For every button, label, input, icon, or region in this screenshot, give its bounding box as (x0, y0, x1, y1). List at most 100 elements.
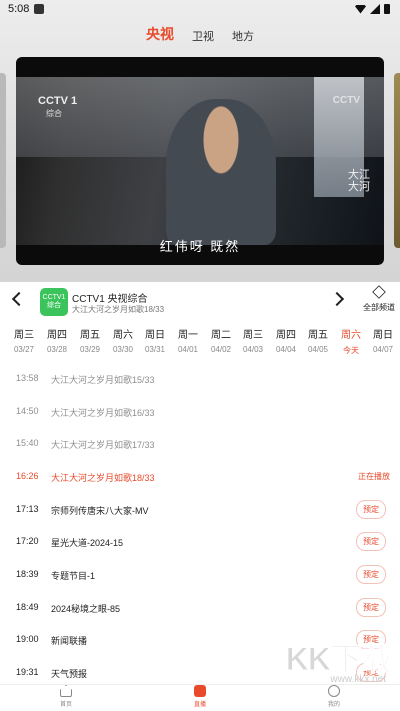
program-title: 大江大河之岁月如歌15/33 (51, 375, 155, 385)
program-time: 17:20 (16, 536, 39, 546)
day-weekday: 周三 (14, 330, 34, 341)
reserve-button[interactable]: 预定 (356, 500, 386, 519)
day-weekday: 周一 (178, 330, 198, 341)
channel-row: CCTV1 综合 CCTV1 央视综合 大江大河之岁月如歌18/33 全部频道 (0, 282, 400, 322)
wifi-icon (355, 4, 366, 14)
category-tabs: 央视 卫视 地方 (0, 22, 400, 44)
nav-live[interactable]: 直播 (170, 685, 230, 708)
program-row[interactable]: 18:39 专题节目-1 预定 (0, 564, 400, 588)
video-right-logo: CCTV (332, 95, 360, 106)
reserve-button[interactable]: 预定 (356, 532, 386, 551)
day-weekday: 周日 (145, 330, 165, 341)
watermark-main: KK下载 (285, 641, 393, 678)
program-title: 星光大道-2024-15 (51, 538, 124, 548)
signal-icon (370, 4, 380, 14)
day-date: 03/29 (79, 345, 101, 354)
day-weekday: 周五 (80, 330, 100, 341)
video-subtitle: 红伟呀 既然 (159, 239, 241, 254)
battery-icon (384, 4, 390, 14)
site-watermark: KK下载 www.kkx.net (285, 634, 393, 686)
carousel-next-card[interactable] (394, 73, 400, 248)
program-row[interactable]: 14:50 大江大河之岁月如歌16/33 (0, 401, 400, 425)
day-weekday: 周六 (113, 330, 133, 341)
me-icon (328, 685, 340, 697)
program-title: 专题节目-1 (51, 571, 96, 581)
all-channels-button[interactable]: 全部频道 (362, 285, 396, 313)
home-icon (60, 685, 72, 697)
nav-me[interactable]: 我的 (304, 685, 364, 708)
tab-local[interactable]: 地方 (232, 28, 254, 44)
program-title: 新闻联播 (51, 636, 88, 646)
day-item[interactable]: 周五 04/05 (302, 326, 334, 354)
reserve-button[interactable]: 预定 (356, 565, 386, 584)
day-item[interactable]: 周三 04/03 (237, 326, 269, 354)
nav-home[interactable]: 首页 (36, 685, 96, 708)
day-item[interactable]: 周一 04/01 (172, 326, 204, 354)
program-title: 大江大河之岁月如歌18/33 (51, 473, 155, 483)
day-weekday: 周六 (341, 330, 361, 341)
program-time: 16:26 (16, 471, 39, 481)
program-time: 15:40 (16, 438, 39, 448)
program-row-live[interactable]: 16:26 大江大河之岁月如歌18/33 正在播放 (0, 466, 400, 490)
program-title: 大江大河之岁月如歌16/33 (51, 408, 155, 418)
status-bar: 5:08 (0, 0, 400, 18)
program-title: 大江大河之岁月如歌17/33 (51, 440, 155, 450)
program-row[interactable]: 17:20 星光大道-2024-15 预定 (0, 531, 400, 555)
day-weekday: 周四 (276, 330, 296, 341)
program-time: 19:31 (16, 667, 39, 677)
bottom-nav: 首页 直播 我的 (0, 684, 400, 711)
program-time: 17:13 (16, 504, 39, 514)
day-date: 04/03 (242, 345, 264, 354)
day-date: 04/07 (372, 345, 394, 354)
tab-cctv[interactable]: 央视 (146, 24, 174, 44)
program-row[interactable]: 15:40 大江大河之岁月如歌17/33 (0, 433, 400, 457)
day-item[interactable]: 周四 03/28 (41, 326, 73, 354)
day-date: 03/28 (46, 345, 68, 354)
program-title: 2024秘境之眼-85 (51, 604, 121, 614)
channel-logo-text: CCTV1 (42, 294, 66, 301)
nav-label: 我的 (327, 702, 340, 708)
day-weekday: 周四 (47, 330, 67, 341)
program-row[interactable]: 17:13 宗师列传唐宋八大家-MV 预定 (0, 499, 400, 523)
video-channel-logo: CCTV 1 (38, 95, 78, 107)
carousel-prev-card[interactable] (0, 73, 6, 248)
chevron-right-icon[interactable] (329, 291, 345, 307)
program-time: 18:49 (16, 602, 39, 612)
channel-name: CCTV1 央视综合 (72, 294, 148, 305)
day-weekday: 周二 (211, 330, 231, 341)
program-row[interactable]: 13:58 大江大河之岁月如歌15/33 (0, 368, 400, 392)
channel-logo-sub: 综合 (47, 302, 61, 309)
program-time: 14:50 (16, 406, 39, 416)
video-frame: CCTV 1 综合 CCTV 大江大河 (16, 77, 384, 245)
day-date: 03/27 (13, 345, 35, 354)
show-title-watermark: 大江大河 (348, 168, 370, 193)
day-date: 03/30 (112, 345, 134, 354)
program-time: 18:39 (16, 569, 39, 579)
day-item[interactable]: 周五 03/29 (74, 326, 106, 354)
program-title: 宗师列传唐宋八大家-MV (51, 506, 149, 516)
day-item[interactable]: 周四 04/04 (270, 326, 302, 354)
notification-icon (34, 4, 45, 14)
day-date: 今天 (343, 346, 359, 355)
status-icons (355, 4, 390, 14)
day-item[interactable]: 周三 03/27 (8, 326, 40, 354)
day-item[interactable]: 周日 03/31 (139, 326, 171, 354)
program-row[interactable]: 18:49 2024秘境之眼-85 预定 (0, 597, 400, 621)
reserve-button[interactable]: 预定 (356, 598, 386, 617)
day-item[interactable]: 周二 04/02 (205, 326, 237, 354)
video-channel-logo-sub: 综合 (46, 109, 62, 118)
program-time: 13:58 (16, 373, 39, 383)
video-player[interactable]: CCTV 1 综合 CCTV 大江大河 红伟呀 既然 (16, 57, 384, 265)
day-weekday: 周日 (373, 330, 393, 341)
day-item[interactable]: 周日 04/07 (367, 326, 399, 354)
scene-person (166, 99, 276, 245)
chevron-left-icon[interactable] (11, 291, 27, 307)
tab-satellite[interactable]: 卫视 (192, 28, 214, 44)
day-weekday: 周五 (308, 330, 328, 341)
day-date: 03/31 (144, 345, 166, 354)
day-selector: 二26 周三03/27 周四03/28 周五03/29 周六03/30 周日03… (0, 326, 400, 360)
day-date: 04/05 (307, 345, 329, 354)
status-time: 5:08 (8, 3, 30, 15)
day-item[interactable]: 周六 03/30 (107, 326, 139, 354)
day-item-today[interactable]: 周六 今天 (335, 326, 367, 356)
